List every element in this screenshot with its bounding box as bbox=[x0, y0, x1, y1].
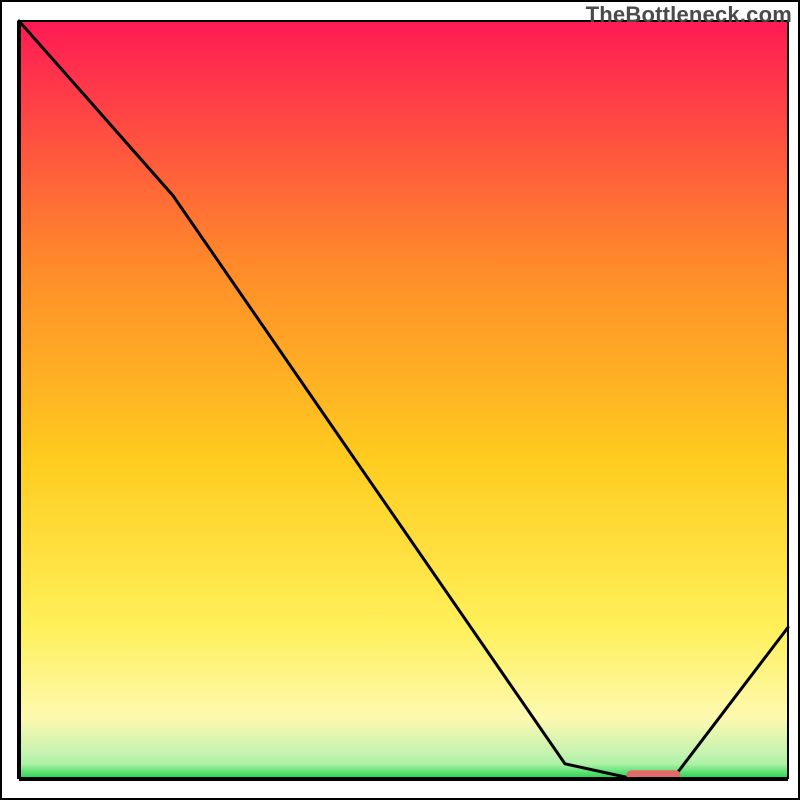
gradient-background bbox=[19, 21, 788, 779]
chart-container: TheBottleneck.com bbox=[0, 0, 800, 800]
bottleneck-chart bbox=[0, 0, 800, 800]
watermark-text: TheBottleneck.com bbox=[586, 2, 792, 28]
plot-area bbox=[19, 21, 788, 780]
